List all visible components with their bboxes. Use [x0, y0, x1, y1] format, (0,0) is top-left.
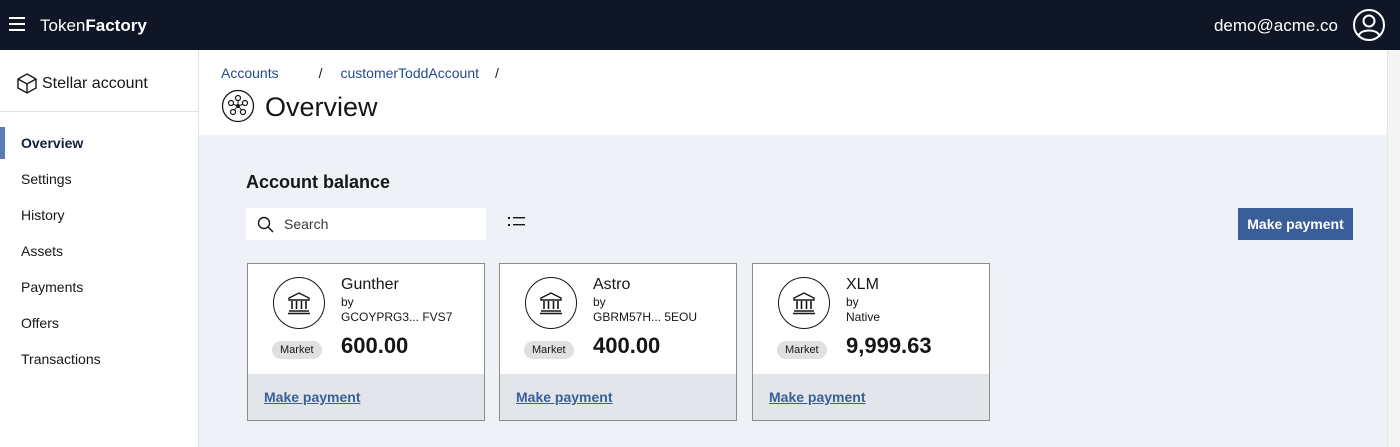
card-make-payment-link[interactable]: Make payment	[264, 389, 360, 405]
user-email[interactable]: demo@acme.co	[1214, 16, 1338, 36]
network-icon	[221, 89, 255, 123]
cube-icon	[17, 73, 37, 94]
top-navbar: TokenFactory demo@acme.co	[0, 0, 1400, 50]
market-tag: Market	[272, 341, 322, 359]
sidebar-item-offers[interactable]: Offers	[0, 305, 198, 341]
breadcrumb-accounts[interactable]: Accounts	[221, 65, 279, 81]
asset-name: Astro	[593, 276, 631, 293]
bank-icon-circle	[525, 277, 577, 329]
make-payment-button[interactable]: Make payment	[1238, 208, 1353, 240]
search-icon	[257, 216, 274, 233]
sidebar-item-transactions[interactable]: Transactions	[0, 341, 198, 377]
breadcrumb-separator: /	[318, 65, 323, 81]
user-avatar-icon[interactable]	[1352, 8, 1386, 42]
vertical-scrollbar[interactable]	[1387, 50, 1400, 447]
asset-card: Gunther by GCOYPRG3... FVS7 Market 600.0…	[247, 263, 485, 421]
bank-icon-circle	[273, 277, 325, 329]
page-header: Accounts / customerToddAccount / Overvie…	[199, 50, 1387, 135]
bank-icon	[793, 292, 815, 315]
sidebar-header: Stellar account	[0, 50, 198, 112]
sidebar-item-history[interactable]: History	[0, 197, 198, 233]
asset-amount: 400.00	[593, 333, 661, 358]
breadcrumb-customer-account[interactable]: customerToddAccount	[340, 65, 479, 81]
page-title: Overview	[265, 92, 378, 122]
sidebar-item-overview[interactable]: Overview	[0, 125, 198, 161]
sidebar-title: Stellar account	[42, 75, 148, 92]
bank-icon	[540, 292, 562, 315]
market-tag: Market	[524, 341, 574, 359]
bank-icon	[288, 292, 310, 315]
sidebar-item-settings[interactable]: Settings	[0, 161, 198, 197]
main-content: Account balance Make payment Gunther by …	[199, 135, 1387, 447]
card-footer: Make payment	[753, 374, 989, 420]
search-input[interactable]	[284, 214, 474, 234]
breadcrumb-separator: /	[495, 65, 499, 81]
card-make-payment-link[interactable]: Make payment	[769, 389, 865, 405]
brand-name-bold: Factory	[85, 16, 147, 35]
sidebar-item-payments[interactable]: Payments	[0, 269, 198, 305]
market-tag: Market	[777, 341, 827, 359]
breadcrumb: Accounts / customerToddAccount /	[221, 65, 499, 81]
asset-by-label: by	[846, 295, 859, 309]
asset-name: Gunther	[341, 276, 399, 293]
brand-name-light: Token	[40, 16, 86, 35]
asset-name: XLM	[846, 276, 879, 293]
asset-card: Astro by GBRM57H... 5EOU Market 400.00 M…	[499, 263, 737, 421]
asset-issuer: GBRM57H... 5EOU	[593, 310, 698, 324]
list-view-icon[interactable]	[508, 215, 526, 229]
asset-by-label: by	[593, 295, 606, 309]
search-box	[246, 208, 486, 240]
asset-amount: 600.00	[341, 333, 409, 358]
sidebar-nav: Overview Settings History Assets Payment…	[0, 125, 198, 377]
hamburger-menu-icon[interactable]	[9, 17, 25, 33]
asset-issuer: Native	[846, 310, 881, 324]
asset-issuer: GCOYPRG3... FVS7	[341, 310, 453, 324]
card-footer: Make payment	[248, 374, 484, 420]
sidebar: Stellar account Overview Settings Histor…	[0, 50, 199, 447]
asset-card: XLM by Native Market 9,999.63 Make payme…	[752, 263, 990, 421]
bank-icon-circle	[778, 277, 830, 329]
sidebar-item-assets[interactable]: Assets	[0, 233, 198, 269]
card-make-payment-link[interactable]: Make payment	[516, 389, 612, 405]
asset-amount: 9,999.63	[846, 333, 932, 358]
brand-logo[interactable]: TokenFactory	[40, 16, 147, 36]
card-footer: Make payment	[500, 374, 736, 420]
section-title: Account balance	[246, 172, 391, 192]
asset-by-label: by	[341, 295, 354, 309]
